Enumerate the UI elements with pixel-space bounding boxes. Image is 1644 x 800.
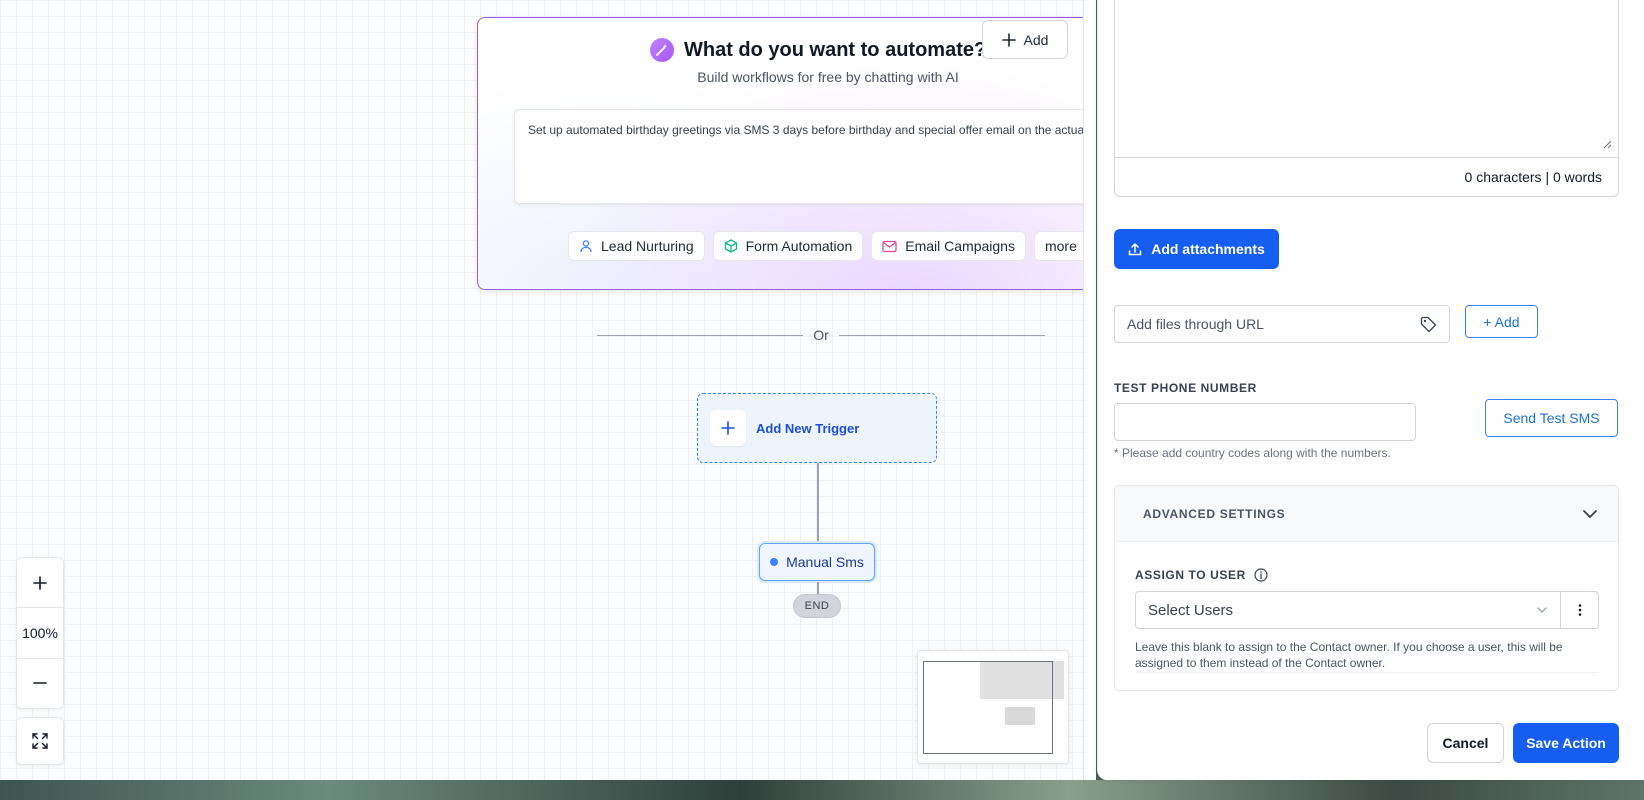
add-attachments-button[interactable]: Add attachments xyxy=(1114,229,1279,269)
test-phone-input[interactable] xyxy=(1114,403,1416,441)
cancel-button[interactable]: Cancel xyxy=(1427,723,1504,763)
info-icon[interactable] xyxy=(1254,568,1268,582)
ai-automation-card: What do you want to automate? B Build wo… xyxy=(477,17,1083,290)
or-divider: Or xyxy=(597,327,1045,343)
ai-add-label: Add xyxy=(1023,31,1049,48)
connector-line xyxy=(817,582,819,594)
ai-card-title: What do you want to automate? xyxy=(684,38,987,61)
chip-label: Lead Nurturing xyxy=(601,238,694,254)
select-placeholder: Select Users xyxy=(1148,601,1234,619)
chevron-down-icon xyxy=(1583,509,1597,518)
end-node: END xyxy=(793,594,841,618)
minimap[interactable] xyxy=(917,650,1069,764)
fit-view-button[interactable] xyxy=(16,717,64,765)
chip-more[interactable]: more xyxy=(1033,231,1083,261)
workflow-canvas[interactable]: What do you want to automate? B Build wo… xyxy=(0,0,1084,780)
ai-card-subtitle: Build workflows for free by chatting wit… xyxy=(697,69,959,85)
expand-icon xyxy=(32,733,48,749)
divider xyxy=(1135,672,1599,673)
more-options-button[interactable] xyxy=(1561,591,1599,629)
chip-form-automation[interactable]: Form Automation xyxy=(712,231,864,261)
tag-icon xyxy=(1420,316,1437,332)
plus-icon xyxy=(1001,32,1016,47)
user-icon xyxy=(580,240,592,253)
zoom-in-button[interactable] xyxy=(17,558,63,607)
desktop-background xyxy=(0,780,1644,800)
send-test-sms-button[interactable]: Send Test SMS xyxy=(1485,399,1618,437)
status-dot-icon xyxy=(770,558,779,566)
action-node-label: Manual Sms xyxy=(786,554,864,570)
character-count: 0 characters | 0 words xyxy=(1464,169,1602,185)
assign-to-user-label: ASSIGN TO USER xyxy=(1135,568,1246,582)
add-url-button[interactable]: + Add xyxy=(1465,305,1538,338)
ai-title-row: What do you want to automate? B xyxy=(650,38,1002,62)
test-phone-label: TEST PHONE NUMBER xyxy=(1114,381,1257,395)
chip-label: Email Campaigns xyxy=(905,238,1015,254)
zoom-level: 100% xyxy=(17,607,63,657)
select-users-dropdown[interactable]: Select Users xyxy=(1135,591,1561,629)
trigger-label: Add New Trigger xyxy=(756,420,860,436)
plus-icon xyxy=(33,575,47,590)
zoom-controls: 100% xyxy=(16,557,64,709)
ai-add-button[interactable]: Add xyxy=(982,20,1068,59)
resize-handle-icon[interactable] xyxy=(1602,139,1612,149)
upload-icon xyxy=(1128,243,1142,256)
chip-label: Form Automation xyxy=(745,238,853,254)
chip-lead-nurturing[interactable]: Lead Nurturing xyxy=(568,231,705,261)
zoom-out-button[interactable] xyxy=(17,657,63,708)
connector-line xyxy=(817,463,819,543)
mail-icon xyxy=(882,240,897,252)
plus-icon xyxy=(710,410,746,446)
magic-wand-icon xyxy=(650,38,674,62)
phone-hint: * Please add country codes along with th… xyxy=(1114,446,1391,460)
assign-hint: Leave this blank to assign to the Contac… xyxy=(1135,640,1563,670)
divider-line xyxy=(838,334,1045,336)
kebab-menu-icon xyxy=(1578,604,1581,616)
advanced-settings-section: ADVANCED SETTINGS ASSIGN TO USER Select … xyxy=(1114,485,1619,691)
chip-label: more xyxy=(1044,238,1077,254)
add-new-trigger-node[interactable]: Add New Trigger xyxy=(697,393,937,463)
save-action-button[interactable]: Save Action xyxy=(1513,723,1619,763)
file-url-input[interactable]: Add files through URL xyxy=(1114,305,1450,343)
chip-email-campaigns[interactable]: Email Campaigns xyxy=(871,231,1026,261)
attach-label: Add attachments xyxy=(1151,241,1265,257)
message-textarea[interactable] xyxy=(1115,0,1618,158)
advanced-settings-header[interactable]: ADVANCED SETTINGS xyxy=(1115,486,1618,542)
minimap-viewport[interactable] xyxy=(923,661,1053,754)
url-placeholder: Add files through URL xyxy=(1127,316,1264,332)
manual-sms-node[interactable]: Manual Sms xyxy=(759,543,875,581)
suggestion-chips: Lead Nurturing Form Automation Email Cam… xyxy=(568,231,1083,261)
message-editor: 0 characters | 0 words xyxy=(1114,0,1619,197)
box-icon xyxy=(724,239,737,253)
or-label: Or xyxy=(813,327,829,343)
divider-line xyxy=(597,334,804,336)
assign-to-user-row: ASSIGN TO USER xyxy=(1135,568,1268,582)
panel-gap xyxy=(1084,0,1096,780)
minus-icon xyxy=(33,682,47,685)
ai-prompt-textarea[interactable]: Set up automated birthday greetings via … xyxy=(514,109,1083,204)
advanced-settings-title: ADVANCED SETTINGS xyxy=(1143,506,1286,521)
chevron-down-icon xyxy=(1537,607,1547,613)
action-settings-panel: 0 characters | 0 words Add attachments A… xyxy=(1097,0,1644,780)
